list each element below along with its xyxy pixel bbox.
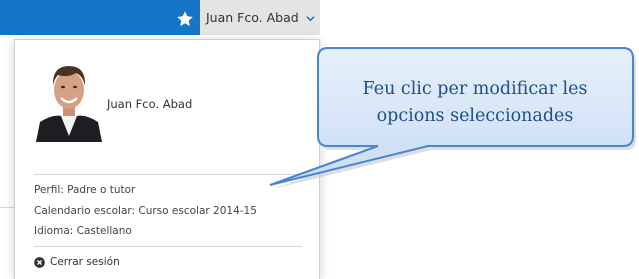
callout-bubble — [269, 47, 636, 189]
callout-line-2: opcions seleccionades — [376, 106, 574, 126]
callout-line-1: Feu clic per modificar les — [362, 79, 588, 99]
callout-text: Feu clic per modificar les opcions selec… — [322, 76, 628, 130]
